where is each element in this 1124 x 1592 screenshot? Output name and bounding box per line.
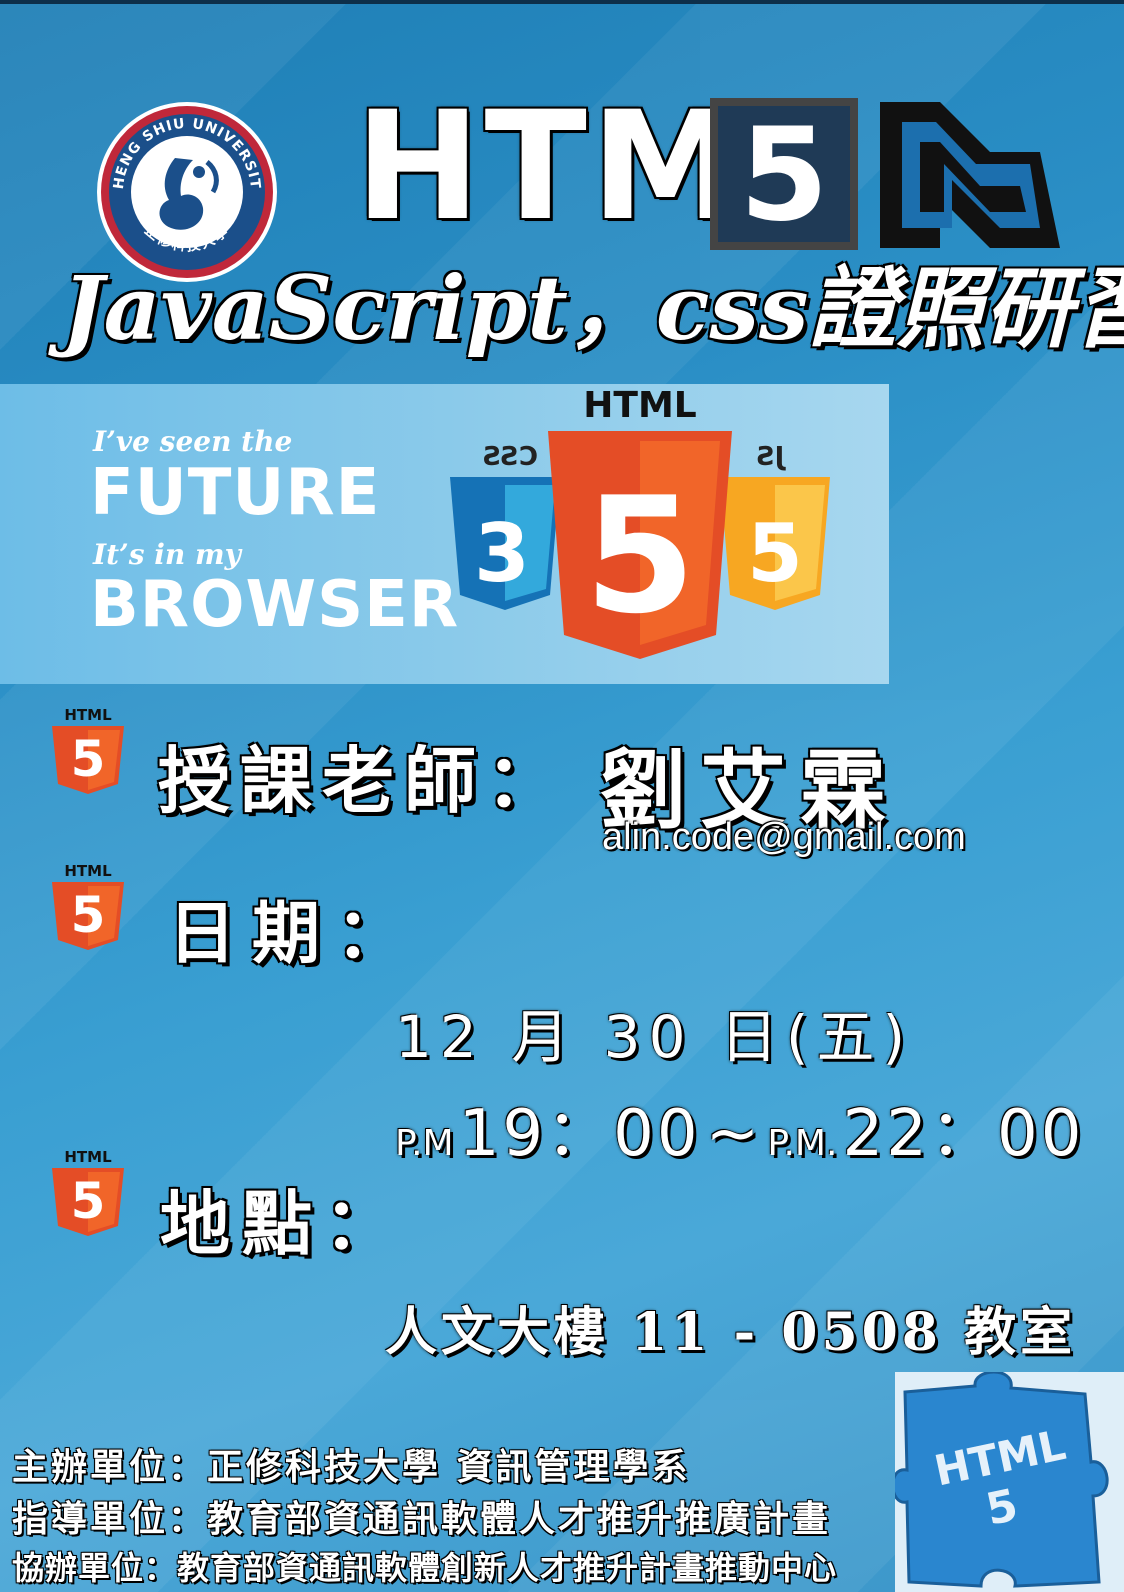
top-border — [0, 0, 1124, 4]
shield-js-label: JS — [756, 442, 786, 472]
banner-line-seen: I’ve seen the — [93, 425, 293, 458]
time-pm-end: P.M. — [767, 1123, 838, 1164]
organizer-host: 主辦單位：正修科技大學 資訊管理學系 — [12, 1446, 691, 1488]
location-value: 人文大樓 11 - 0508 教室 — [385, 1302, 1077, 1363]
time-range: P.M 19：00 ~ P.M. 22：00 — [395, 1082, 1084, 1174]
svg-text:5: 5 — [71, 1172, 106, 1230]
time-start: 19：00 — [458, 1097, 701, 1171]
banner-line-browser: BROWSER — [90, 568, 460, 642]
shield-html-label: HTML — [583, 385, 696, 426]
location-label: 地點： — [160, 1182, 406, 1265]
date-label: 日期： — [168, 894, 421, 974]
teacher-email: alin.code@gmail.com — [602, 816, 966, 858]
js-shield-number: 5 — [747, 507, 803, 600]
svg-text:HTML: HTML — [64, 862, 112, 880]
organizer-guide: 指導單位：教育部資通訊軟體人才推升推廣計畫 — [12, 1498, 832, 1540]
css-shield-number: 3 — [474, 507, 530, 600]
html-shield-number: 5 — [584, 462, 695, 649]
subtitle: JavaScript，css證照研習 — [62, 256, 1124, 360]
banner-line-its: It’s in my — [93, 538, 241, 571]
html5-badge-icon: HTML 5 — [52, 706, 124, 794]
organizer-cohost: 協辦單位：教育部資通訊軟體創新人才推升計畫推動中心 — [12, 1549, 838, 1587]
svg-text:5: 5 — [71, 730, 106, 788]
time-separator: ~ — [705, 1097, 763, 1171]
html5-badge-icon: HTML 5 — [52, 862, 124, 950]
date-value: 12 月 30 日(五) — [395, 1003, 914, 1071]
svg-text:HTML: HTML — [64, 1148, 112, 1166]
banner-line-future: FUTURE — [90, 456, 381, 530]
html5-puzzle-icon: HTML 5 — [895, 1372, 1124, 1592]
w3c-html5-icon — [880, 102, 1060, 248]
poster: CHENG SHIU UNIVERSITY 正修科技大學 HTML 5 Java… — [0, 0, 1124, 1592]
svg-text:5: 5 — [71, 886, 106, 944]
shield-css-label: CSS — [482, 442, 538, 472]
title-five-box: 5 — [710, 98, 858, 250]
teacher-label: 授課老師： — [158, 738, 569, 823]
time-pm-start: P.M — [395, 1123, 454, 1164]
html5-badge-icon: HTML 5 — [52, 1148, 124, 1236]
svg-text:HTML: HTML — [64, 706, 112, 724]
time-end: 22：00 — [842, 1097, 1085, 1171]
css-html-js-shields: HTML CSS JS 3 5 5 — [450, 385, 830, 659]
